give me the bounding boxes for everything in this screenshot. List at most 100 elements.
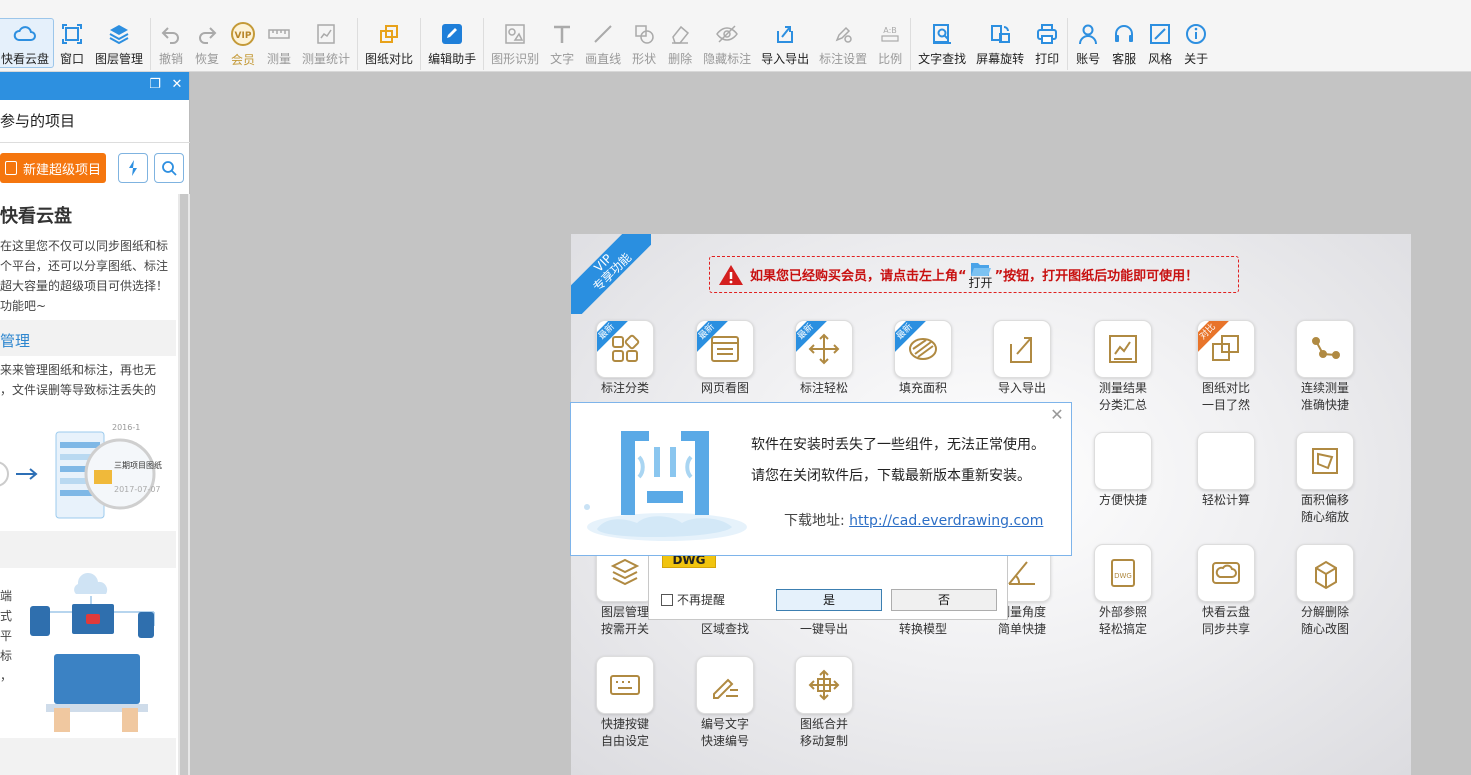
feature-item[interactable]: 测量结果 分类汇总	[1078, 320, 1168, 414]
vip-notice: 如果您已经购买会员，请点击左上角“ 打开 ”按钮，打开图纸后功能即可使用！	[709, 256, 1239, 293]
feature-item[interactable]: 分解删除 随心改图	[1280, 544, 1370, 638]
measure-button[interactable]: 测量	[261, 18, 297, 68]
sync-button[interactable]	[118, 153, 148, 183]
feature-icon-box[interactable]: 最新	[795, 320, 853, 378]
feature-item[interactable]: 最新 填充面积	[878, 320, 968, 397]
feature-icon-box[interactable]: 最新	[894, 320, 952, 378]
shape-recognize-icon	[502, 21, 528, 46]
cloud-disk-button[interactable]: 快看云盘	[0, 18, 55, 68]
cloud-sync-icon	[1212, 562, 1240, 584]
svg-text:A:B: A:B	[883, 26, 897, 35]
feature-label: 导入导出	[997, 381, 1046, 395]
window-icon	[59, 21, 85, 46]
rotate-icon	[987, 21, 1013, 46]
layer-manage-button[interactable]: 图层管理	[90, 18, 148, 68]
redo-icon	[194, 21, 220, 46]
feature-icon-box[interactable]	[1197, 432, 1255, 490]
feature-item[interactable]: DWG 外部参照 轻松搞定	[1078, 544, 1168, 638]
feature-item[interactable]: 最新 标注分类	[580, 320, 670, 397]
feature-icon-box[interactable]	[1296, 320, 1354, 378]
explode-icon	[1315, 560, 1337, 590]
section-title: 快看云盘	[0, 206, 72, 227]
feature-icon-box[interactable]	[1197, 544, 1255, 602]
feature-icon-box[interactable]	[993, 320, 1051, 378]
restore-icon[interactable]: ❐	[148, 78, 162, 92]
feature-item[interactable]: 编号文字 快速编号	[680, 656, 770, 750]
search-icon	[162, 161, 177, 176]
feature-icon-box[interactable]	[795, 656, 853, 714]
scrollbar[interactable]	[178, 194, 190, 775]
feature-icon-box[interactable]: 最新	[696, 320, 754, 378]
feature-item[interactable]: 方便快捷	[1078, 432, 1168, 509]
feature-item[interactable]: 轻松计算	[1181, 432, 1271, 509]
broken-logo-icon	[584, 431, 747, 541]
feature-label: 快看云盘	[1201, 605, 1250, 619]
feature-icon-box[interactable]	[1296, 432, 1354, 490]
feature-icon-box[interactable]	[1094, 432, 1152, 490]
feature-icon-box[interactable]: DWG	[1094, 544, 1152, 602]
customer-service-button[interactable]: 客服	[1106, 18, 1142, 68]
measure-stats-icon	[313, 21, 339, 46]
export-icon	[1010, 337, 1032, 363]
svg-text:2017-07-07: 2017-07-07	[114, 485, 161, 494]
measure-stats-button[interactable]: 测量统计	[297, 18, 355, 68]
print-button[interactable]: 打印	[1029, 18, 1065, 68]
project-panel: ❐ ✕ 参与的项目 新建超级项目 快看云盘 在这里您不仅可以同步图纸和标 个平台…	[0, 72, 190, 775]
toolbar-separator	[420, 18, 422, 70]
dont-remind-checkbox[interactable]: 不再提醒	[661, 591, 725, 608]
feature-item[interactable]: 连续测量 准确快捷	[1280, 320, 1370, 414]
account-button[interactable]: 账号	[1070, 18, 1106, 68]
feature-label: 测量结果	[1098, 381, 1147, 395]
feature-item[interactable]: 对比 图纸对比 一目了然	[1181, 320, 1271, 414]
style-button[interactable]: 风格	[1142, 18, 1178, 68]
no-button[interactable]: 否	[891, 589, 997, 611]
shape-button[interactable]: 形状	[626, 18, 662, 68]
compare-button[interactable]: 图纸对比	[360, 18, 418, 68]
manage-illustration: 2016-1 三期项目图纸 2017-07-07	[0, 423, 162, 519]
feature-icon-box[interactable]: 对比	[1197, 320, 1255, 378]
screen-rotate-button[interactable]: 屏幕旋转	[971, 18, 1029, 68]
feature-item[interactable]: 导入导出	[977, 320, 1067, 397]
feature-icon-box[interactable]	[1094, 320, 1152, 378]
hide-annotation-button[interactable]: 隐藏标注	[698, 18, 756, 68]
scale-button[interactable]: A:B 比例	[872, 18, 908, 68]
download-link[interactable]: http://cad.everdrawing.com	[849, 513, 1043, 529]
feature-icon-box[interactable]: 最新	[596, 320, 654, 378]
feature-icon-box[interactable]	[1296, 544, 1354, 602]
scrollbar-thumb[interactable]	[180, 194, 188, 775]
feature-item[interactable]: 面积偏移 随心缩放	[1280, 432, 1370, 526]
delete-button[interactable]: 删除	[662, 18, 698, 68]
document-icon	[5, 161, 17, 175]
yes-button[interactable]: 是	[776, 589, 882, 611]
toolbar-separator	[483, 18, 485, 70]
feature-sublabel: 一键导出	[799, 622, 848, 636]
undo-button[interactable]: 撤销	[153, 18, 189, 68]
shape-recognize-button[interactable]: 图形识别	[486, 18, 544, 68]
error-dialog: ✕ 软件在安装时丢失了一些组件，无法正常使用。 请您在关闭软件后，下载最新版本重…	[570, 402, 1072, 556]
feature-icon-box[interactable]	[596, 656, 654, 714]
text-button[interactable]: 文字	[544, 18, 580, 68]
feature-item[interactable]: 最新 网页看图	[680, 320, 770, 397]
about-button[interactable]: 关于	[1178, 18, 1214, 68]
text-search-button[interactable]: 文字查找	[913, 18, 971, 68]
feature-sublabel: 方便快捷	[1098, 493, 1147, 507]
eraser-icon	[667, 21, 693, 46]
feature-item[interactable]: 快看云盘 同步共享	[1181, 544, 1271, 638]
checkbox-box[interactable]	[661, 593, 673, 606]
annotation-settings-button[interactable]: 标注设置	[814, 18, 872, 68]
feature-icon-box[interactable]	[696, 656, 754, 714]
svg-text:三期项目图纸: 三期项目图纸	[114, 460, 162, 470]
close-icon[interactable]: ✕	[1049, 407, 1065, 423]
search-button[interactable]	[154, 153, 184, 183]
new-super-project-button[interactable]: 新建超级项目	[0, 153, 106, 183]
feature-item[interactable]: 最新 标注轻松	[779, 320, 869, 397]
window-button[interactable]: 窗口	[54, 18, 90, 68]
close-icon[interactable]: ✕	[170, 78, 184, 92]
import-export-button[interactable]: 导入导出	[756, 18, 814, 68]
feature-item[interactable]: 图纸合并 移动复制	[779, 656, 869, 750]
edit-assistant-button[interactable]: 编辑助手	[423, 18, 481, 68]
vip-button[interactable]: VIP 会员	[225, 18, 261, 68]
redo-button[interactable]: 恢复	[189, 18, 225, 68]
draw-line-button[interactable]: 画直线	[580, 18, 626, 68]
feature-item[interactable]: 快捷按键 自由设定	[580, 656, 670, 750]
